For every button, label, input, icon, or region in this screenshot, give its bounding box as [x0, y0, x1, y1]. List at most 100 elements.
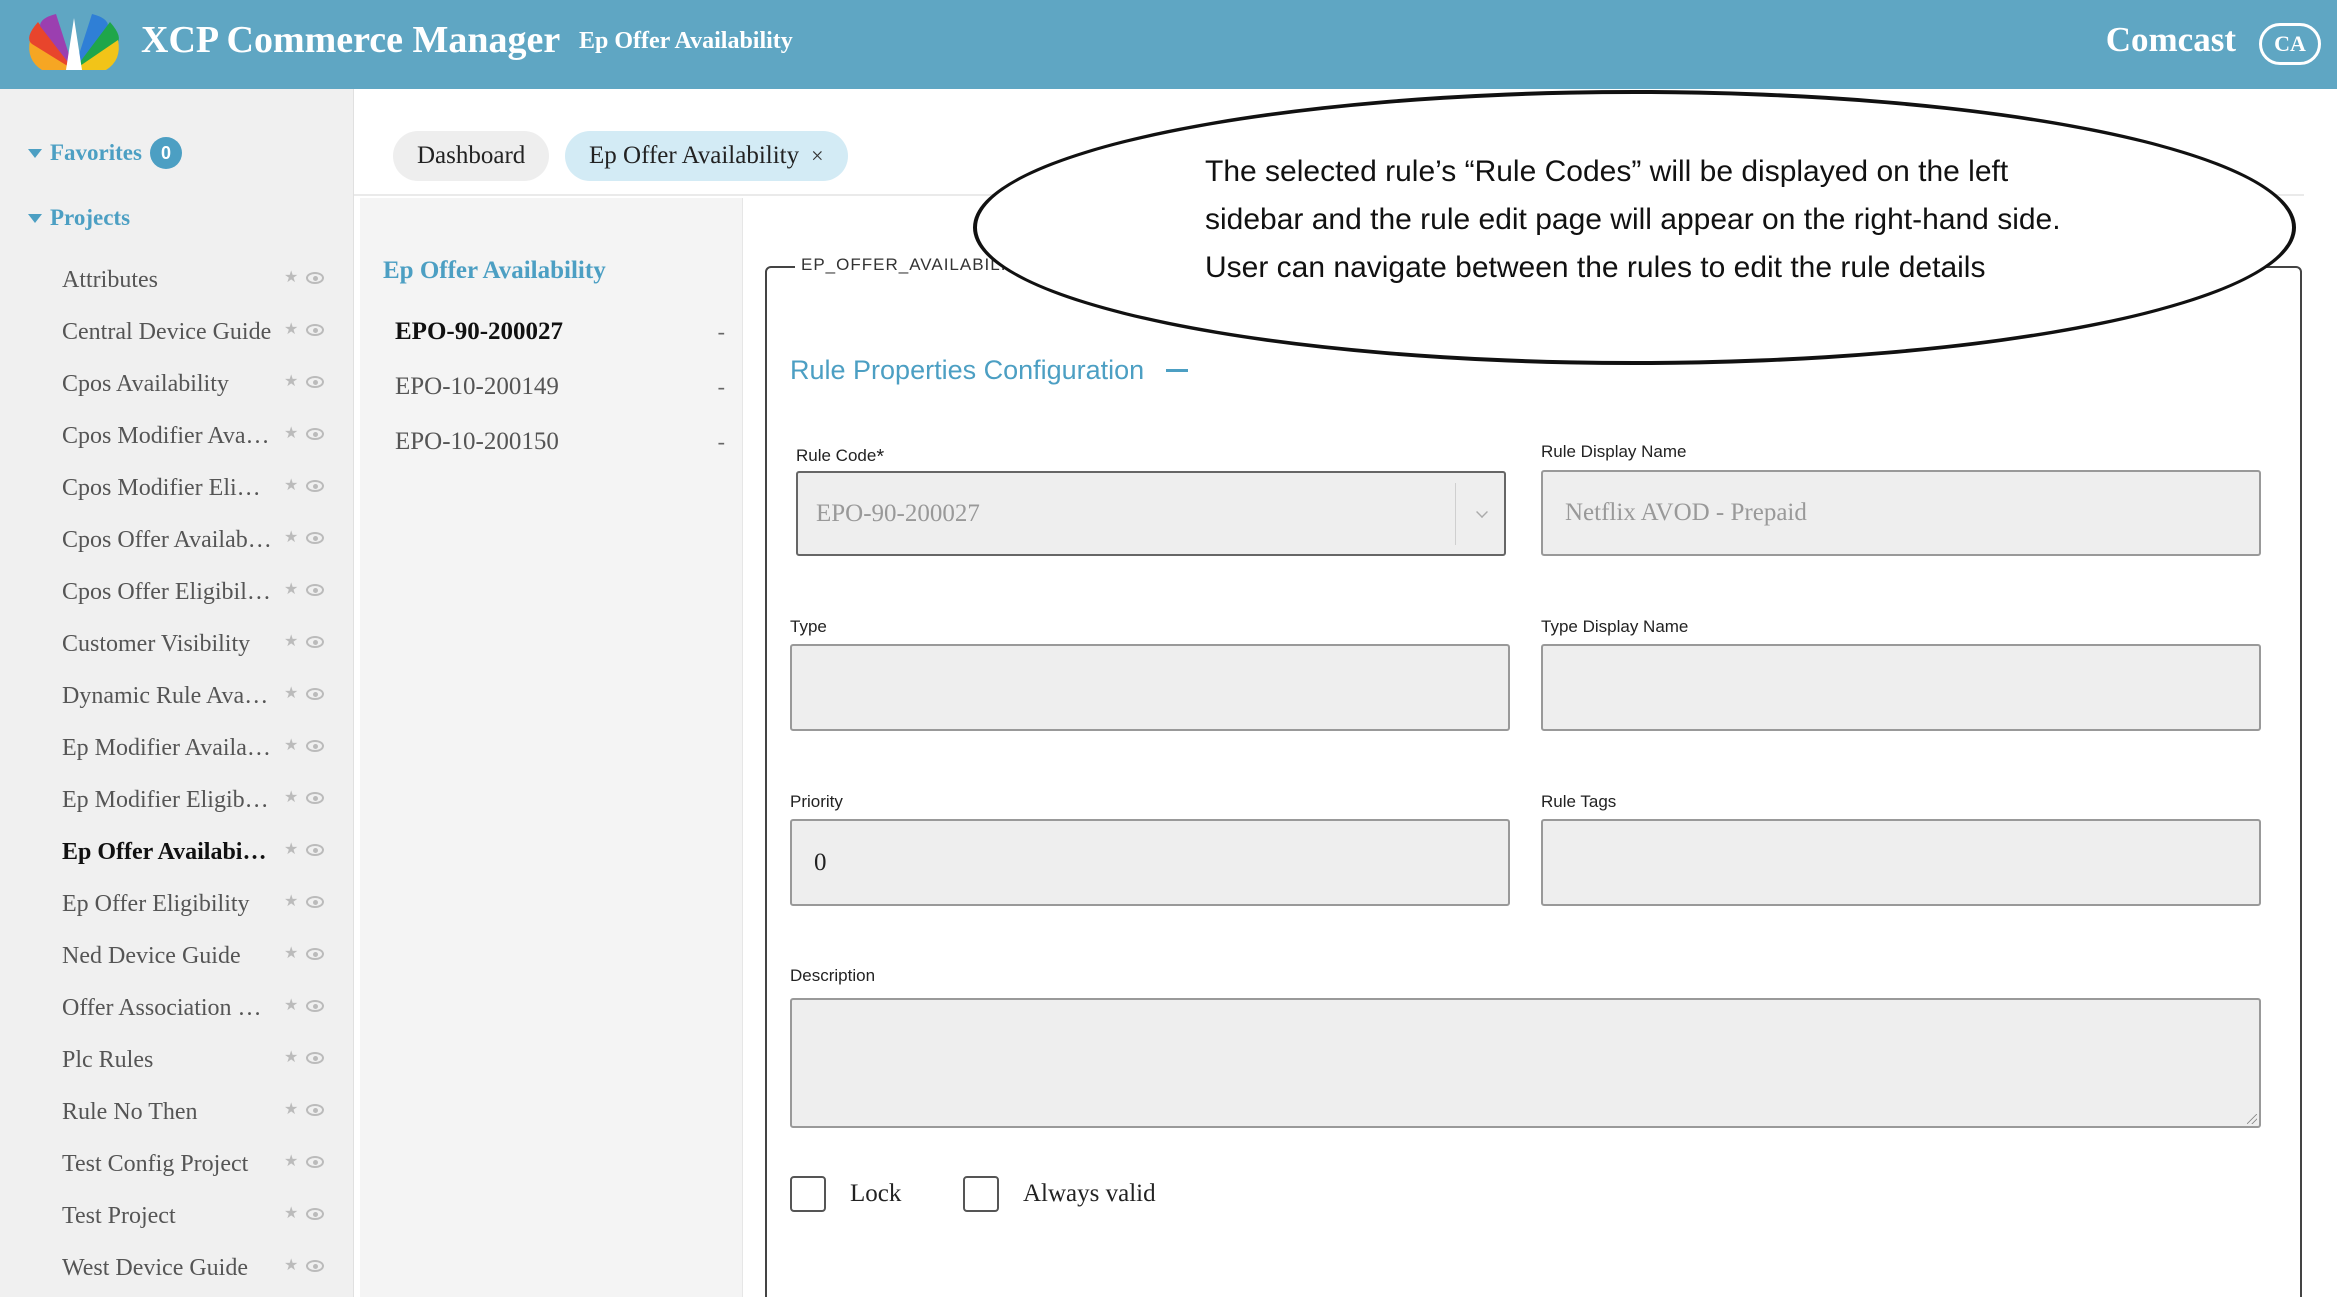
sidebar-item-actions: ★ [284, 322, 324, 338]
eye-icon[interactable] [306, 1104, 324, 1116]
star-icon[interactable]: ★ [284, 1206, 300, 1222]
rule-display-name-field[interactable]: Netflix AVOD - Prepaid [1541, 470, 2261, 556]
sidebar-item-project[interactable]: Plc Rules ★ [62, 1040, 332, 1080]
eye-icon[interactable] [306, 792, 324, 804]
star-icon[interactable]: ★ [284, 374, 300, 390]
star-icon[interactable]: ★ [284, 1154, 300, 1170]
sidebar-item-project[interactable]: Cpos Availability ★ [62, 364, 332, 404]
priority-field[interactable]: 0 [790, 819, 1510, 906]
star-icon[interactable]: ★ [284, 582, 300, 598]
resize-handle-icon[interactable] [2247, 1114, 2257, 1124]
tab-label: Dashboard [417, 142, 526, 169]
rule-code-item[interactable]: EPO-90-200027 - [395, 312, 725, 352]
close-icon[interactable]: × [811, 143, 823, 169]
sidebar-item-project[interactable]: Test Project ★ [62, 1196, 332, 1236]
rule-code-select[interactable]: EPO-90-200027 [796, 471, 1506, 556]
star-icon[interactable]: ★ [284, 634, 300, 650]
star-icon[interactable]: ★ [284, 686, 300, 702]
type-field[interactable] [790, 644, 1510, 731]
select-separator [1455, 483, 1456, 545]
star-icon[interactable]: ★ [284, 530, 300, 546]
sidebar-item-project[interactable]: Attributes ★ [62, 260, 332, 300]
rule-properties-section-header[interactable]: Rule Properties Configuration [790, 355, 1189, 386]
eye-icon[interactable] [306, 636, 324, 648]
chevron-down-icon[interactable] [1476, 506, 1488, 518]
sidebar-item-actions: ★ [284, 686, 324, 702]
rule-tags-field[interactable] [1541, 819, 2261, 906]
type-label: Type [790, 617, 827, 636]
star-icon[interactable]: ★ [284, 1102, 300, 1118]
always-valid-checkbox[interactable] [963, 1176, 999, 1212]
tab-ep-offer-availability[interactable]: Ep Offer Availability × [565, 131, 848, 181]
sidebar-item-project[interactable]: Offer Association Rules ★ [62, 988, 332, 1028]
star-icon[interactable]: ★ [284, 998, 300, 1014]
priority-value: 0 [814, 848, 827, 876]
star-icon[interactable]: ★ [284, 894, 300, 910]
sidebar-item-project[interactable]: Dynamic Rule Availability ★ [62, 676, 332, 716]
projects-section-toggle[interactable]: Projects [28, 205, 130, 231]
sidebar-item-project[interactable]: West Device Guide ★ [62, 1248, 332, 1288]
eye-icon[interactable] [306, 896, 324, 908]
favorites-section-toggle[interactable]: Favorites 0 [28, 137, 182, 169]
eye-icon[interactable] [306, 1000, 324, 1012]
star-icon[interactable]: ★ [284, 270, 300, 286]
sidebar-item-project[interactable]: Cpos Offer Eligibility ★ [62, 572, 332, 612]
rule-code-item[interactable]: EPO-10-200150 - [395, 422, 725, 462]
star-icon[interactable]: ★ [284, 738, 300, 754]
sidebar-item-label: Central Device Guide [62, 318, 272, 345]
eye-icon[interactable] [306, 428, 324, 440]
sidebar-item-project[interactable]: Ep Offer Eligibility ★ [62, 884, 332, 924]
eye-icon[interactable] [306, 1208, 324, 1220]
rule-display-name-label: Rule Display Name [1541, 442, 1687, 461]
sidebar-item-label: Ep Modifier Eligibility [62, 786, 272, 813]
type-display-name-field[interactable] [1541, 644, 2261, 731]
sidebar-item-project[interactable]: Ned Device Guide ★ [62, 936, 332, 976]
eye-icon[interactable] [306, 844, 324, 856]
sidebar-item-actions: ★ [284, 1206, 324, 1222]
sidebar-item-label: Offer Association Rules [62, 994, 272, 1021]
star-icon[interactable]: ★ [284, 842, 300, 858]
region-badge[interactable]: CA [2259, 23, 2321, 65]
eye-icon[interactable] [306, 740, 324, 752]
app-title[interactable]: XCP Commerce Manager [141, 18, 560, 62]
star-icon[interactable]: ★ [284, 322, 300, 338]
tab-dashboard[interactable]: Dashboard [393, 131, 550, 181]
eye-icon[interactable] [306, 584, 324, 596]
eye-icon[interactable] [306, 688, 324, 700]
sidebar-item-actions: ★ [284, 946, 324, 962]
star-icon[interactable]: ★ [284, 1258, 300, 1274]
eye-icon[interactable] [306, 376, 324, 388]
sidebar-item-project[interactable]: Customer Visibility ★ [62, 624, 332, 664]
sidebar-item-project[interactable]: Central Device Guide ★ [62, 312, 332, 352]
eye-icon[interactable] [306, 1260, 324, 1272]
eye-icon[interactable] [306, 480, 324, 492]
lock-checkbox[interactable] [790, 1176, 826, 1212]
collapse-icon[interactable] [1166, 369, 1189, 372]
star-icon[interactable]: ★ [284, 478, 300, 494]
sidebar-item-project[interactable]: Ep Offer Availability ★ [62, 832, 332, 872]
eye-icon[interactable] [306, 532, 324, 544]
eye-icon[interactable] [306, 1156, 324, 1168]
peacock-logo-icon[interactable] [22, 10, 126, 76]
sidebar-item-project[interactable]: Test Config Project ★ [62, 1144, 332, 1184]
sidebar-item-project[interactable]: Cpos Modifier Eligibility ★ [62, 468, 332, 508]
rule-status-marker: - [717, 374, 725, 399]
annotation-text: The selected rule’s “Rule Codes” will be… [1205, 148, 2185, 292]
sidebar-item-project[interactable]: Ep Modifier Eligibility ★ [62, 780, 332, 820]
sidebar-item-project[interactable]: Cpos Modifier Availability ★ [62, 416, 332, 456]
star-icon[interactable]: ★ [284, 790, 300, 806]
description-textarea[interactable] [790, 998, 2261, 1128]
eye-icon[interactable] [306, 948, 324, 960]
sidebar-item-project[interactable]: Rule No Then ★ [62, 1092, 332, 1132]
star-icon[interactable]: ★ [284, 946, 300, 962]
rule-code-item[interactable]: EPO-10-200149 - [395, 367, 725, 407]
eye-icon[interactable] [306, 1052, 324, 1064]
eye-icon[interactable] [306, 272, 324, 284]
sidebar-item-project[interactable]: Cpos Offer Availability ★ [62, 520, 332, 560]
sidebar-item-project[interactable]: Ep Modifier Availability ★ [62, 728, 332, 768]
sidebar-item-label: Ep Offer Eligibility [62, 890, 250, 917]
star-icon[interactable]: ★ [284, 426, 300, 442]
eye-icon[interactable] [306, 324, 324, 336]
star-icon[interactable]: ★ [284, 1050, 300, 1066]
section-title: Rule Properties Configuration [790, 355, 1145, 385]
